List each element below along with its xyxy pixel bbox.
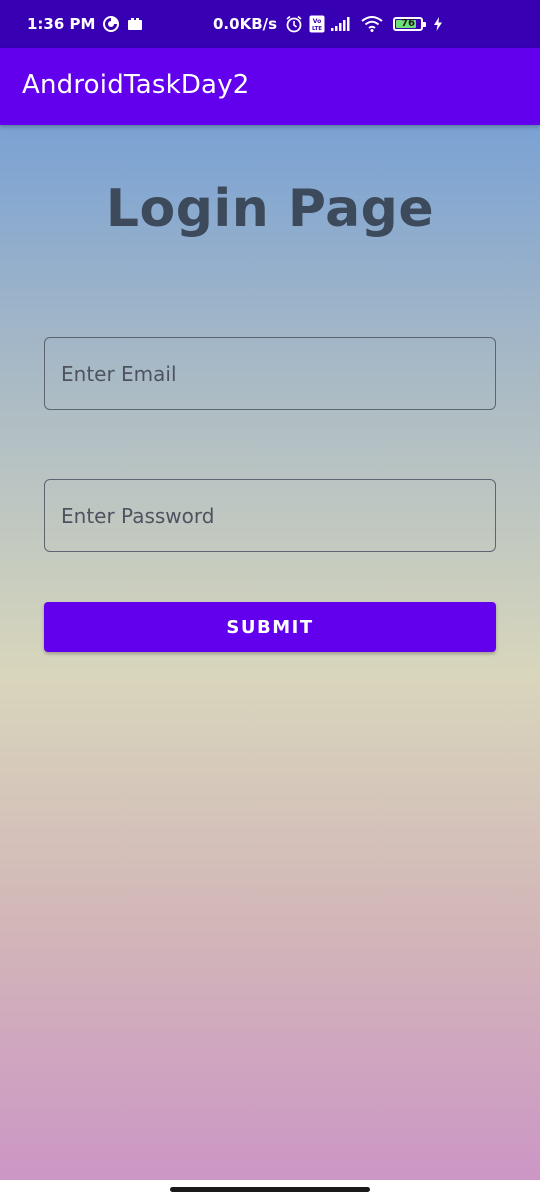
network-speed: 0.0KB/s [213, 15, 278, 33]
email-field[interactable] [45, 338, 495, 409]
app-bar: AndroidTaskDay2 [0, 48, 540, 125]
status-right: 0.0KB/s Vo LTE 76 [213, 0, 443, 48]
battery-icon: 76 [393, 17, 427, 31]
page-title: Login Page [105, 179, 435, 239]
navigation-bar [0, 1180, 540, 1200]
alarm-icon [285, 15, 303, 33]
status-time: 1:36 PM [27, 15, 96, 33]
camera-icon [127, 17, 143, 31]
charging-icon [433, 17, 443, 31]
svg-text:LTE: LTE [312, 26, 322, 32]
status-left: 1:36 PM [27, 0, 143, 48]
signal-icon [331, 17, 351, 31]
wifi-icon [361, 16, 383, 32]
home-indicator[interactable] [170, 1187, 370, 1192]
battery-nub [423, 22, 427, 27]
battery-level: 76 [401, 18, 415, 29]
password-field-container [44, 479, 496, 552]
login-screen: Login Page SUBMIT [0, 125, 540, 1180]
svg-text:Vo: Vo [313, 18, 321, 25]
app-title: AndroidTaskDay2 [22, 70, 250, 100]
data-saver-icon [103, 16, 120, 32]
password-field[interactable] [45, 480, 495, 551]
status-bar: 1:36 PM 0.0KB/s Vo LTE 76 [0, 0, 540, 48]
volte-icon: Vo LTE [309, 15, 325, 33]
submit-button[interactable]: SUBMIT [44, 602, 496, 652]
email-field-container [44, 337, 496, 410]
